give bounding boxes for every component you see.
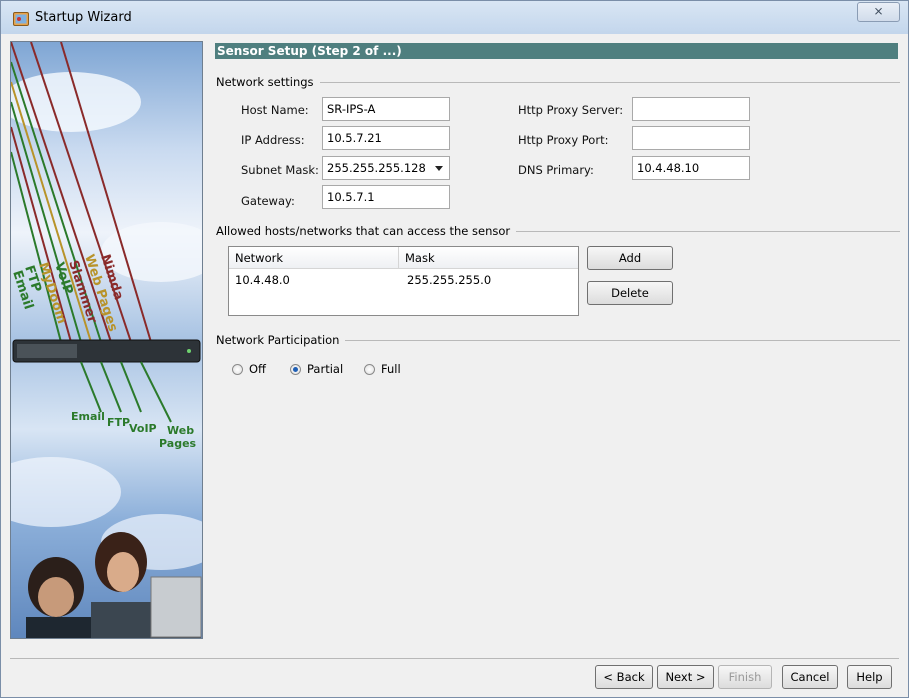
column-header-mask[interactable]: Mask bbox=[399, 247, 578, 269]
window-title: Startup Wizard bbox=[35, 10, 132, 25]
footer-divider bbox=[10, 658, 899, 659]
sidebar-label-bottom: VoIP bbox=[129, 422, 157, 435]
radio-partial-label: Partial bbox=[307, 362, 344, 376]
radio-button-icon[interactable] bbox=[232, 363, 243, 375]
radio-button-selected-icon[interactable] bbox=[290, 363, 301, 375]
back-button[interactable]: < Back bbox=[595, 665, 653, 689]
host-name-field[interactable]: SR-IPS-A bbox=[322, 97, 450, 121]
cell-mask: 255.255.255.0 bbox=[407, 273, 492, 287]
startup-wizard-window: Startup Wizard ⨯ Email FTP MyDoom VoIP S… bbox=[0, 0, 909, 698]
wizard-sidebar-image: Email FTP MyDoom VoIP Slammer Web Pages … bbox=[10, 41, 203, 639]
ip-address-label: IP Address: bbox=[241, 133, 305, 147]
http-proxy-server-label: Http Proxy Server: bbox=[518, 103, 624, 117]
http-proxy-port-label: Http Proxy Port: bbox=[518, 133, 609, 147]
ip-address-field[interactable]: 10.5.7.21 bbox=[322, 126, 450, 150]
allowed-hosts-table[interactable]: Network Mask 10.4.48.0 255.255.255.0 bbox=[228, 246, 579, 316]
http-proxy-server-field[interactable] bbox=[632, 97, 750, 121]
gateway-label: Gateway: bbox=[241, 194, 295, 208]
gateway-field[interactable]: 10.5.7.1 bbox=[322, 185, 450, 209]
radio-off[interactable]: Off bbox=[232, 362, 266, 376]
allowed-hosts-title: Allowed hosts/networks that can access t… bbox=[216, 224, 517, 238]
subnet-mask-combo[interactable]: 255.255.255.128 bbox=[322, 156, 450, 180]
title-bar: Startup Wizard ⨯ bbox=[1, 1, 908, 34]
subnet-mask-value: 255.255.255.128 bbox=[327, 161, 426, 175]
sidebar-label-bottom: Email bbox=[71, 410, 105, 423]
add-button[interactable]: Add bbox=[587, 246, 673, 270]
radio-partial[interactable]: Partial bbox=[290, 362, 343, 376]
radio-full[interactable]: Full bbox=[364, 362, 401, 376]
cell-network: 10.4.48.0 bbox=[235, 273, 290, 287]
close-icon: ⨯ bbox=[873, 4, 884, 18]
network-participation-title: Network Participation bbox=[216, 333, 346, 347]
radio-off-label: Off bbox=[249, 362, 266, 376]
finish-button[interactable]: Finish bbox=[718, 665, 772, 689]
next-button[interactable]: Next > bbox=[657, 665, 714, 689]
dns-primary-label: DNS Primary: bbox=[518, 163, 594, 177]
subnet-mask-label: Subnet Mask: bbox=[241, 163, 319, 177]
network-settings-title: Network settings bbox=[216, 75, 320, 89]
help-button[interactable]: Help bbox=[847, 665, 892, 689]
app-icon bbox=[13, 12, 29, 26]
close-button[interactable]: ⨯ bbox=[857, 2, 900, 22]
chevron-down-icon[interactable] bbox=[435, 166, 443, 171]
column-header-network[interactable]: Network bbox=[229, 247, 399, 269]
wizard-content: Sensor Setup (Step 2 of ...) Network set… bbox=[213, 41, 900, 641]
cancel-button[interactable]: Cancel bbox=[782, 665, 838, 689]
step-header: Sensor Setup (Step 2 of ...) bbox=[215, 43, 898, 59]
radio-full-label: Full bbox=[381, 362, 401, 376]
sidebar-label-bottom: Pages bbox=[159, 437, 197, 450]
host-name-label: Host Name: bbox=[241, 103, 309, 117]
http-proxy-port-field[interactable] bbox=[632, 126, 750, 150]
radio-button-icon[interactable] bbox=[364, 363, 375, 375]
dns-primary-field[interactable]: 10.4.48.10 bbox=[632, 156, 750, 180]
sidebar-label-bottom: Web bbox=[167, 424, 194, 437]
sidebar-illustration: Email FTP MyDoom VoIP Slammer Web Pages … bbox=[11, 42, 202, 638]
sidebar-label-bottom: FTP bbox=[107, 416, 130, 429]
delete-button[interactable]: Delete bbox=[587, 281, 673, 305]
